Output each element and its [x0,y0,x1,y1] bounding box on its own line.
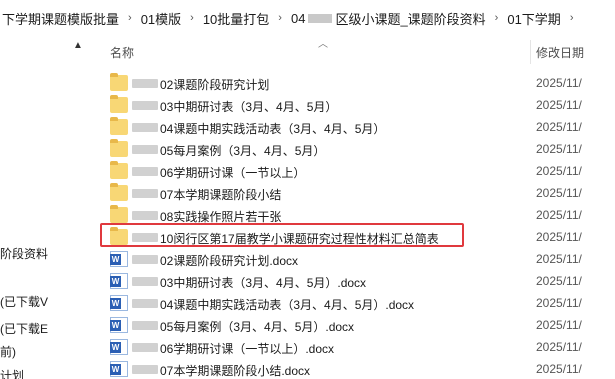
breadcrumb-item[interactable]: 区级小课题_课题阶段资料 [333,9,487,28]
word-doc-icon: W [110,295,128,311]
scroll-up-icon[interactable]: ▲ [73,40,83,51]
file-list: ︿ 名称 修改日期 02课题阶段研究计划 2025/11/ 03中期研讨表（3月… [96,36,615,379]
chevron-right-icon[interactable]: › [271,12,289,24]
file-date: 2025/11/ [536,164,582,178]
redacted-block [132,101,158,110]
column-header: ︿ 名称 修改日期 [96,36,615,66]
file-date: 2025/11/ [536,120,582,134]
file-name: 02课题阶段研究计划 [160,78,270,92]
word-doc-icon: W [110,317,128,333]
breadcrumb: 下学期课题模版批量 › 01模版 › 10批量打包 › 04 区级小课题_课题阶… [0,0,615,36]
list-item[interactable]: 03中期研讨表（3月、4月、5月） 2025/11/ [96,95,615,116]
folder-icon [110,95,128,113]
file-date: 2025/11/ [536,142,582,156]
file-name: 04课题中期实践活动表（3月、4月、5月）.docx [160,298,415,312]
list-item[interactable]: W 03中期研讨表（3月、4月、5月）.docx 2025/11/ [96,271,615,292]
list-item[interactable]: 05每月案例（3月、4月、5月） 2025/11/ [96,139,615,160]
list-item[interactable]: W 02课题阶段研究计划.docx 2025/11/ [96,249,615,270]
redacted-block [132,79,158,88]
file-date: 2025/11/ [536,98,582,112]
redacted-block [132,189,158,198]
nav-item[interactable]: (已下载E [0,320,48,337]
breadcrumb-item[interactable]: 10批量打包 [201,9,271,28]
list-item[interactable]: W 06学期研讨课（一节以上）.docx 2025/11/ [96,337,615,358]
redacted-block [132,123,158,132]
breadcrumb-item[interactable]: 01模版 [139,9,183,28]
file-date: 2025/11/ [536,362,582,376]
highlight-box [100,223,464,247]
chevron-right-icon[interactable]: › [121,12,139,24]
file-name: 05每月案例（3月、4月、5月）.docx [160,320,355,334]
column-date-header[interactable]: 修改日期 [536,44,584,61]
chevron-right-icon[interactable]: › [488,12,506,24]
list-item[interactable]: 06学期研讨课（一节以上） 2025/11/ [96,161,615,182]
word-doc-icon: W [110,273,128,289]
list-item[interactable]: W 05每月案例（3月、4月、5月）.docx 2025/11/ [96,315,615,336]
sort-ascending-icon: ︿ [318,39,328,50]
file-date: 2025/11/ [536,230,582,244]
file-date: 2025/11/ [536,296,582,310]
file-name: 02课题阶段研究计划.docx [160,254,299,268]
file-name: 05每月案例（3月、4月、5月） [160,144,326,158]
list-item[interactable]: W 04课题中期实践活动表（3月、4月、5月）.docx 2025/11/ [96,293,615,314]
redacted-block [132,321,158,330]
chevron-right-icon[interactable]: › [183,12,201,24]
chevron-right-icon[interactable]: › [563,12,581,24]
column-name-header[interactable]: 名称 [110,44,134,61]
folder-icon [110,73,128,91]
file-date: 2025/11/ [536,208,582,222]
redacted-block [132,299,158,308]
file-name: 07本学期课题阶段小结.docx [160,364,311,378]
redacted-block [132,277,158,286]
redacted-block [132,343,158,352]
breadcrumb-item[interactable]: 01下学期 [505,9,562,28]
file-date: 2025/11/ [536,318,582,332]
folder-icon [110,139,128,157]
list-item[interactable]: 04课题中期实践活动表（3月、4月、5月） 2025/11/ [96,117,615,138]
list-item[interactable]: 07本学期课题阶段小结 2025/11/ [96,183,615,204]
file-name: 03中期研讨表（3月、4月、5月）.docx [160,276,367,290]
file-date: 2025/11/ [536,340,582,354]
redacted-block [308,13,333,23]
file-date: 2025/11/ [536,76,582,90]
nav-item[interactable]: 前) [0,343,16,360]
nav-item[interactable]: 阶段资料 [0,245,48,262]
breadcrumb-item[interactable]: 下学期课题模版批量 [0,9,121,28]
file-name: 03中期研讨表（3月、4月、5月） [160,100,338,114]
list-item[interactable]: W 07本学期课题阶段小结.docx 2025/11/ [96,359,615,379]
word-doc-icon: W [110,361,128,377]
file-name: 04课题中期实践活动表（3月、4月、5月） [160,122,386,136]
folder-icon [110,117,128,135]
redacted-block [132,365,158,374]
nav-item[interactable]: 计划 [0,367,24,379]
file-date: 2025/11/ [536,186,582,200]
redacted-block [132,145,158,154]
folder-icon [110,205,128,223]
file-name: 07本学期课题阶段小结 [160,188,282,202]
word-doc-icon: W [110,251,128,267]
redacted-block [132,255,158,264]
column-divider[interactable] [530,40,531,64]
folder-icon [110,183,128,201]
breadcrumb-item[interactable]: 04 [289,11,307,26]
navigation-pane: ▲ 阶段资料 (已下载V (已下载E 前) 计划 [0,36,96,379]
folder-icon [110,161,128,179]
nav-item[interactable]: (已下载V [0,293,48,310]
file-name: 06学期研讨课（一节以上） [160,166,306,180]
file-date: 2025/11/ [536,252,582,266]
file-date: 2025/11/ [536,274,582,288]
redacted-block [132,211,158,220]
file-name: 06学期研讨课（一节以上）.docx [160,342,335,356]
word-doc-icon: W [110,339,128,355]
list-item[interactable]: 02课题阶段研究计划 2025/11/ [96,73,615,94]
redacted-block [132,167,158,176]
